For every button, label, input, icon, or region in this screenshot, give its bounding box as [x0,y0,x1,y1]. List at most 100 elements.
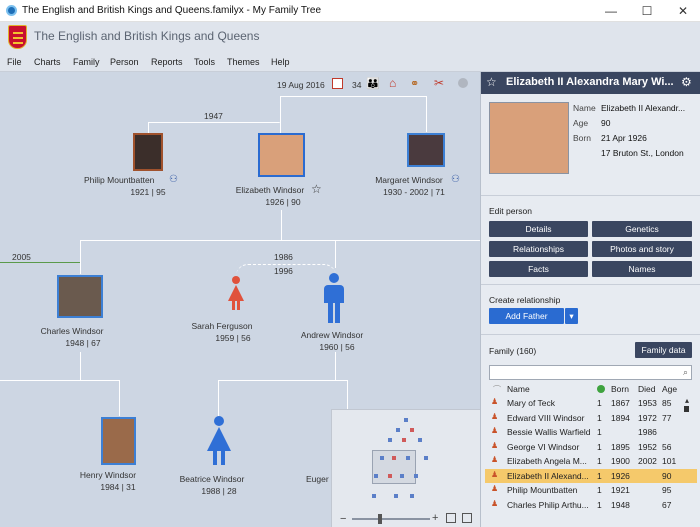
row-born: 1921 [611,485,630,495]
connector [218,380,219,416]
table-row[interactable]: ♟ Bessie Wallis Warfield 1 1986 [485,425,697,440]
table-row[interactable]: ♟ Philip Mountbatten 1 1921 95 [485,483,697,498]
menu-tools[interactable]: Tools [194,57,215,67]
person-name-margaret[interactable]: Margaret Windsor [368,174,450,186]
names-button[interactable]: Names [592,261,692,277]
relationships-button[interactable]: Relationships [489,241,588,257]
chart-date: 19 Aug 2016 [277,80,325,90]
sort-icon[interactable]: ⌒ [493,384,501,395]
home-icon[interactable]: ⌂ [389,76,396,90]
photos-story-button[interactable]: Photos and story [592,241,692,257]
person-name-sarah[interactable]: Sarah Ferguson [186,320,258,332]
minimap-node [404,418,408,422]
person-photo-margaret[interactable] [407,133,445,167]
menu-file[interactable]: File [7,57,22,67]
connector [80,352,81,380]
connector [347,380,348,410]
panel-person-name: Elizabeth II Alexandra Mary Wi... [506,76,674,88]
people-count: 34 [352,80,362,90]
person-icon: ♟ [491,411,499,421]
divider [481,195,700,196]
panel-photo[interactable] [489,102,569,174]
marriage-year: 2005 [12,252,31,262]
chart-minimap[interactable]: − + [331,409,480,527]
col-died[interactable]: Died [638,384,655,394]
facts-button[interactable]: Facts [489,261,588,277]
family-search-input[interactable]: ⌕ [489,365,692,380]
menu-reports[interactable]: Reports [151,57,183,67]
menu-person[interactable]: Person [110,57,139,67]
details-button[interactable]: Details [489,221,588,237]
menu-help[interactable]: Help [271,57,290,67]
person-name-charles[interactable]: Charles Windsor [32,325,112,337]
person-name-elizabeth[interactable]: Elizabeth Windsor [230,184,310,196]
maximize-button[interactable]: ☐ [630,0,664,22]
fullscreen-icon[interactable] [462,513,472,523]
divider [481,284,700,285]
gear-icon[interactable]: ⚙ [681,75,692,89]
col-name[interactable]: Name [507,384,530,394]
row-age: 90 [662,470,672,481]
zoom-slider[interactable] [352,518,430,520]
zoom-in-icon[interactable]: + [432,513,438,524]
people-icon[interactable]: 👪 [366,77,380,90]
tools-icon[interactable]: ✂ [434,76,444,90]
row-died: 1972 [638,412,657,423]
female-figure-icon[interactable] [204,416,234,466]
minimap-node [410,428,414,432]
minimize-button[interactable]: — [594,0,628,22]
person-photo-henry[interactable] [101,417,136,465]
row-age: 95 [662,485,672,495]
person-photo-charles[interactable] [57,275,103,318]
table-row[interactable]: ♟ Edward VIII Windsor 1 1894 1972 77 [485,411,697,426]
table-row[interactable]: ♟ Charles Philip Arthu... 1 1948 67 [485,498,697,513]
row-count: 1 [597,427,602,437]
female-figure-icon[interactable] [226,276,246,310]
zoom-slider-thumb[interactable] [378,514,382,524]
connector [119,380,120,416]
siblings-icon[interactable]: ⚇ [451,174,460,185]
minimap-node [424,456,428,460]
male-figure-icon[interactable] [322,273,346,323]
add-relationship-dropdown[interactable]: ▾ [565,308,578,324]
calendar-icon[interactable] [332,78,343,89]
person-photo-philip[interactable] [133,133,163,171]
zoom-out-icon[interactable]: − [340,514,346,525]
row-count: 1 [597,398,602,408]
person-name-andrew[interactable]: Andrew Windsor [292,329,372,341]
person-icon: ♟ [491,455,499,464]
row-count: 1 [597,441,602,452]
col-age[interactable]: Age [662,384,677,394]
minimap-node [374,474,378,478]
person-photo-elizabeth[interactable] [258,133,305,177]
table-row-selected[interactable]: ♟ Elizabeth II Alexand... 1 1926 90 [485,468,697,483]
table-row[interactable]: ♟ George VI Windsor 1 1895 1952 56 [485,440,697,455]
person-name-henry[interactable]: Henry Windsor [68,469,148,481]
siblings-icon[interactable]: ⚇ [169,174,178,185]
menu-family[interactable]: Family [73,57,100,67]
scrollbar-thumb[interactable] [684,406,689,412]
divorce-year: 1996 [274,266,293,276]
royal-crest-icon [8,25,27,49]
marriage-line-green [0,262,80,264]
connector [426,96,427,132]
fit-screen-icon[interactable] [446,513,456,523]
gear-icon[interactable] [458,78,468,88]
star-icon[interactable]: ☆ [311,182,322,196]
menu-themes[interactable]: Themes [227,57,260,67]
family-data-button[interactable]: Family data [635,342,692,358]
minimap-node [414,474,418,478]
table-row[interactable]: ♟ Elizabeth Angela M... 1 1900 2002 101 [485,454,697,469]
person-name-beatrice[interactable]: Beatrice Windsor [172,473,252,485]
close-button[interactable]: ✕ [666,0,700,22]
genetics-button[interactable]: Genetics [592,221,692,237]
search-icon[interactable]: ⌕ [683,367,688,378]
value-name: Elizabeth II Alexandr... [601,103,686,113]
star-icon[interactable]: ☆ [486,75,497,89]
col-born[interactable]: Born [611,384,629,394]
add-father-button[interactable]: Add Father [489,308,564,324]
menu-charts[interactable]: Charts [34,57,61,67]
table-row[interactable]: ♟ Mary of Teck 1 1867 1953 85 [485,396,697,411]
tree-icon[interactable]: ⚭ [410,77,419,90]
minimap-node [394,494,398,498]
